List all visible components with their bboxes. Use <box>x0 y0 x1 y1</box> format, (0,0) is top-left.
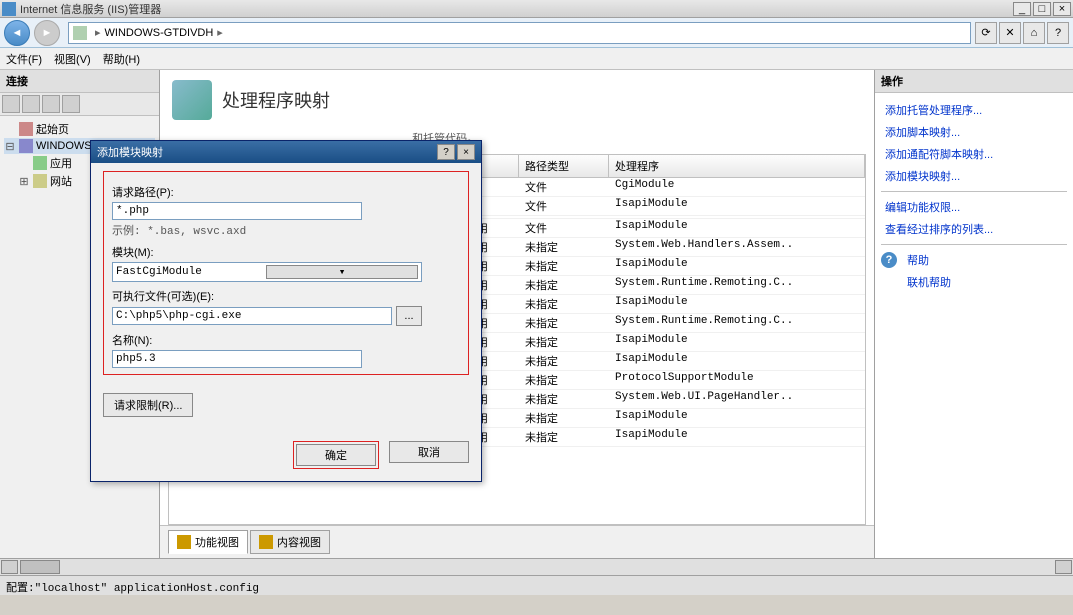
module-value: FastCgiModule <box>116 266 266 278</box>
request-path-hint: 示例: *.bas, wsvc.axd <box>112 222 460 238</box>
name-input[interactable] <box>112 350 362 368</box>
tree-start-page[interactable]: 起始页 <box>4 120 155 138</box>
app-icon <box>2 2 16 16</box>
action-help[interactable]: 帮助 <box>903 249 933 271</box>
back-button[interactable]: ◄ <box>4 20 30 46</box>
close-button[interactable]: × <box>1053 2 1071 16</box>
breadcrumb-host: WINDOWS-GTDIVDH <box>105 27 214 39</box>
scroll-right-icon[interactable] <box>1055 560 1072 574</box>
toolbar-btn[interactable] <box>22 95 40 113</box>
toolbar-btn[interactable] <box>62 95 80 113</box>
connections-toolbar <box>0 93 159 116</box>
dialog-help-button[interactable]: ? <box>437 144 455 160</box>
cancel-button[interactable]: 取消 <box>389 441 469 463</box>
menu-file[interactable]: 文件(F) <box>6 51 42 67</box>
action-add-managed[interactable]: 添加托管处理程序... <box>881 99 1067 121</box>
request-path-input[interactable] <box>112 202 362 220</box>
action-add-wildcard[interactable]: 添加通配符脚本映射... <box>881 143 1067 165</box>
stop-icon[interactable]: ✕ <box>999 22 1021 44</box>
chevron-down-icon[interactable]: ▾ <box>266 265 418 279</box>
executable-label: 可执行文件(可选)(E): <box>112 288 460 304</box>
help-icon[interactable]: ? <box>1047 22 1069 44</box>
home-icon[interactable]: ⌂ <box>1023 22 1045 44</box>
dialog-highlight-box: 请求路径(P): 示例: *.bas, wsvc.axd 模块(M): Fast… <box>103 171 469 375</box>
request-path-label: 请求路径(P): <box>112 184 460 200</box>
menu-bar: 文件(F) 视图(V) 帮助(H) <box>0 48 1073 70</box>
handler-mappings-icon <box>172 80 212 120</box>
tab-content-view[interactable]: 内容视图 <box>250 530 330 554</box>
executable-input[interactable] <box>112 307 392 325</box>
help-icon: ? <box>881 252 897 268</box>
connections-header: 连接 <box>0 70 159 93</box>
name-label: 名称(N): <box>112 332 460 348</box>
action-add-script-map[interactable]: 添加脚本映射... <box>881 121 1067 143</box>
actions-header: 操作 <box>875 70 1073 93</box>
action-add-module-map[interactable]: 添加模块映射... <box>881 165 1067 187</box>
toolbar-btn[interactable] <box>42 95 60 113</box>
breadcrumb[interactable]: ▸ WINDOWS-GTDIVDH ▸ <box>68 22 971 44</box>
toolbar-btn[interactable] <box>2 95 20 113</box>
dialog-close-button[interactable]: × <box>457 144 475 160</box>
module-label: 模块(M): <box>112 244 460 260</box>
page-title: 处理程序映射 <box>222 87 330 113</box>
browse-button[interactable]: ... <box>396 306 422 326</box>
maximize-button[interactable]: □ <box>1033 2 1051 16</box>
tab-features-view[interactable]: 功能视图 <box>168 530 248 554</box>
features-icon <box>177 535 191 549</box>
window-titlebar: Internet 信息服务 (IIS)管理器 _ □ × <box>0 0 1073 18</box>
server-icon <box>73 26 87 40</box>
action-view-sorted[interactable]: 查看经过排序的列表... <box>881 218 1067 240</box>
dialog-title: 添加模块映射 <box>97 144 435 160</box>
window-title: Internet 信息服务 (IIS)管理器 <box>20 1 1013 17</box>
content-icon <box>259 535 273 549</box>
refresh-icon[interactable]: ⟳ <box>975 22 997 44</box>
dialog-titlebar[interactable]: 添加模块映射 ? × <box>91 141 481 163</box>
menu-help[interactable]: 帮助(H) <box>103 51 140 67</box>
nav-toolbar: ◄ ► ▸ WINDOWS-GTDIVDH ▸ ⟳ ✕ ⌂ ? <box>0 18 1073 48</box>
forward-button[interactable]: ► <box>34 20 60 46</box>
menu-view[interactable]: 视图(V) <box>54 51 91 67</box>
minimize-button[interactable]: _ <box>1013 2 1031 16</box>
scroll-left-icon[interactable] <box>1 560 18 574</box>
horizontal-scrollbar[interactable] <box>0 558 1073 575</box>
request-restrictions-button[interactable]: 请求限制(R)... <box>103 393 193 417</box>
action-edit-permissions[interactable]: 编辑功能权限... <box>881 196 1067 218</box>
action-online-help[interactable]: 联机帮助 <box>881 271 1067 293</box>
module-combobox[interactable]: FastCgiModule ▾ <box>112 262 422 282</box>
scroll-thumb[interactable] <box>20 560 60 574</box>
ok-button[interactable]: 确定 <box>296 444 376 466</box>
status-bar: 配置:"localhost" applicationHost.config <box>0 575 1073 595</box>
add-module-mapping-dialog: 添加模块映射 ? × 请求路径(P): 示例: *.bas, wsvc.axd … <box>90 140 482 482</box>
